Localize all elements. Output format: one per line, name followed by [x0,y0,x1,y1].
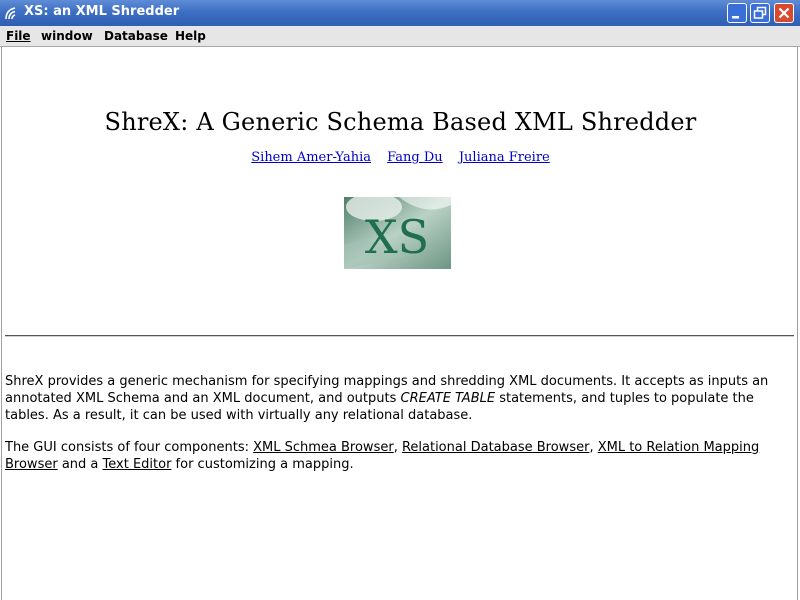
components-paragraph: The GUI consists of four components: XML… [5,440,760,472]
close-icon [778,7,790,19]
logo-text: XS [365,210,429,264]
xs-logo: XS [344,197,451,269]
window-titlebar[interactable]: XS: an XML Shredder [0,0,800,26]
close-button[interactable] [774,3,794,23]
intro-paragraph: ShreX provides a generic mechanism for s… [5,374,769,423]
restore-icon [753,6,767,19]
author-link[interactable]: Sihem Amer-Yahia [251,150,371,165]
author-list: Sihem Amer-Yahia Fang Du Juliana Freire [2,150,799,165]
minimize-icon [732,16,739,19]
author-link[interactable]: Juliana Freire [459,150,550,165]
menu-file-label: File [6,29,31,43]
java-wave-icon [3,4,21,22]
create-table-emphasis: CREATE TABLE [400,391,496,406]
horizontal-rule [5,335,794,337]
author-link[interactable]: Fang Du [387,150,443,165]
menu-window[interactable]: window [41,29,93,43]
html-content-pane[interactable]: ShreX: A Generic Schema Based XML Shredd… [1,47,798,600]
xml-schema-browser-link[interactable]: XML Schmea Browser [253,440,394,455]
restore-button[interactable] [750,3,770,23]
window-title: XS: an XML Shredder [24,4,180,19]
menu-file[interactable]: File [6,29,31,43]
menu-database[interactable]: Database [104,29,168,43]
relational-database-browser-link[interactable]: Relational Database Browser [402,440,589,455]
minimize-button[interactable] [727,3,747,23]
text-editor-link[interactable]: Text Editor [103,457,172,472]
menu-help[interactable]: Help [175,29,206,43]
page-title: ShreX: A Generic Schema Based XML Shredd… [104,108,697,136]
menu-bar: File window Database Help [0,26,800,47]
